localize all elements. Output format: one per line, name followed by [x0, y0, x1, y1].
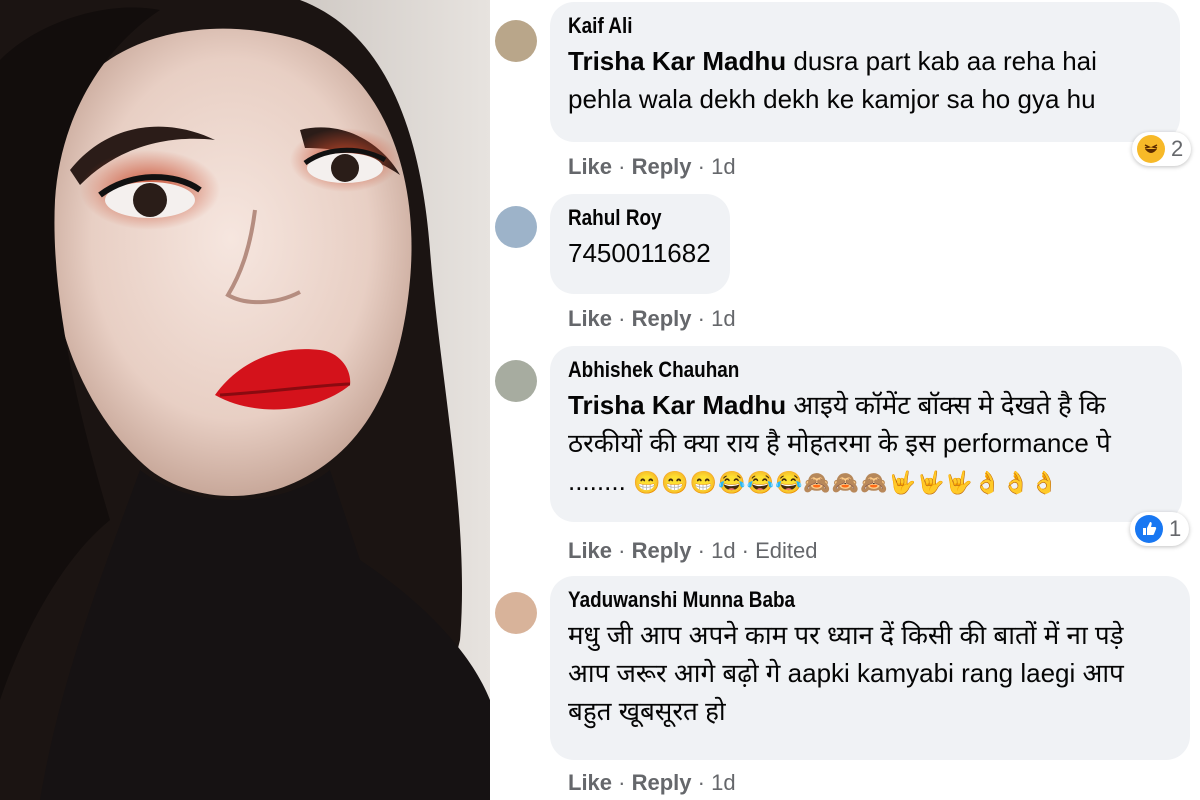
- reply-link[interactable]: Reply: [632, 538, 692, 563]
- mention-link[interactable]: Trisha Kar Madhu: [568, 390, 786, 420]
- reply-link[interactable]: Reply: [632, 770, 692, 795]
- comment-text: 7450011682: [568, 238, 711, 268]
- like-thumb-icon: [1135, 515, 1163, 543]
- like-link[interactable]: Like: [568, 770, 612, 795]
- comment-actions: Like · Reply · 1d: [568, 154, 736, 179]
- like-link[interactable]: Like: [568, 306, 612, 331]
- avatar[interactable]: [495, 592, 537, 634]
- comment-bubble: Rahul Roy 7450011682: [550, 194, 730, 294]
- comment-author[interactable]: Rahul Roy: [568, 204, 692, 232]
- comment-author[interactable]: Abhishek Chauhan: [568, 356, 1081, 384]
- like-link[interactable]: Like: [568, 154, 612, 179]
- avatar[interactable]: [495, 206, 537, 248]
- comment-bubble: Abhishek Chauhan Trisha Kar Madhu आइये क…: [550, 346, 1182, 522]
- timestamp[interactable]: 1d: [711, 154, 735, 179]
- comment-author[interactable]: Kaif Ali: [568, 12, 1079, 40]
- edited-label: Edited: [755, 538, 818, 563]
- mention-link[interactable]: Trisha Kar Madhu: [568, 46, 786, 76]
- comments-feed: Kaif Ali Trisha Kar Madhu dusra part kab…: [490, 0, 1200, 800]
- profile-photo: [0, 0, 490, 800]
- reaction-count: 1: [1169, 516, 1182, 541]
- comment-bubble: Kaif Ali Trisha Kar Madhu dusra part kab…: [550, 2, 1180, 142]
- comment-author[interactable]: Yaduwanshi Munna Baba: [568, 586, 1087, 614]
- avatar[interactable]: [495, 360, 537, 402]
- comment-text: Trisha Kar Madhu आइये कॉमेंट बॉक्स मे दे…: [568, 386, 1164, 502]
- comment-actions: Like · Reply · 1d · Edited: [568, 538, 818, 563]
- comment-actions: Like · Reply · 1d: [568, 306, 736, 331]
- reaction-summary[interactable]: 2: [1132, 132, 1192, 166]
- comment-bubble: Yaduwanshi Munna Baba मधु जी आप अपने काम…: [550, 576, 1190, 760]
- avatar[interactable]: [495, 20, 537, 62]
- emoji-row: 😁😁😁😂😂😂🙈🙈🙈🤟🤟🤟👌👌👌: [633, 470, 1059, 495]
- timestamp[interactable]: 1d: [711, 306, 735, 331]
- comment-text: मधु जी आप अपने काम पर ध्यान दें किसी की …: [568, 620, 1124, 726]
- timestamp[interactable]: 1d: [711, 770, 735, 795]
- reply-link[interactable]: Reply: [632, 306, 692, 331]
- like-link[interactable]: Like: [568, 538, 612, 563]
- reaction-count: 2: [1171, 136, 1184, 161]
- comment-actions: Like · Reply · 1d: [568, 770, 736, 795]
- laughing-emoji-icon: [1137, 135, 1165, 163]
- reaction-summary[interactable]: 1: [1130, 512, 1190, 546]
- comment-text: Trisha Kar Madhu dusra part kab aa reha …: [568, 42, 1162, 118]
- reply-link[interactable]: Reply: [632, 154, 692, 179]
- timestamp[interactable]: 1d: [711, 538, 735, 563]
